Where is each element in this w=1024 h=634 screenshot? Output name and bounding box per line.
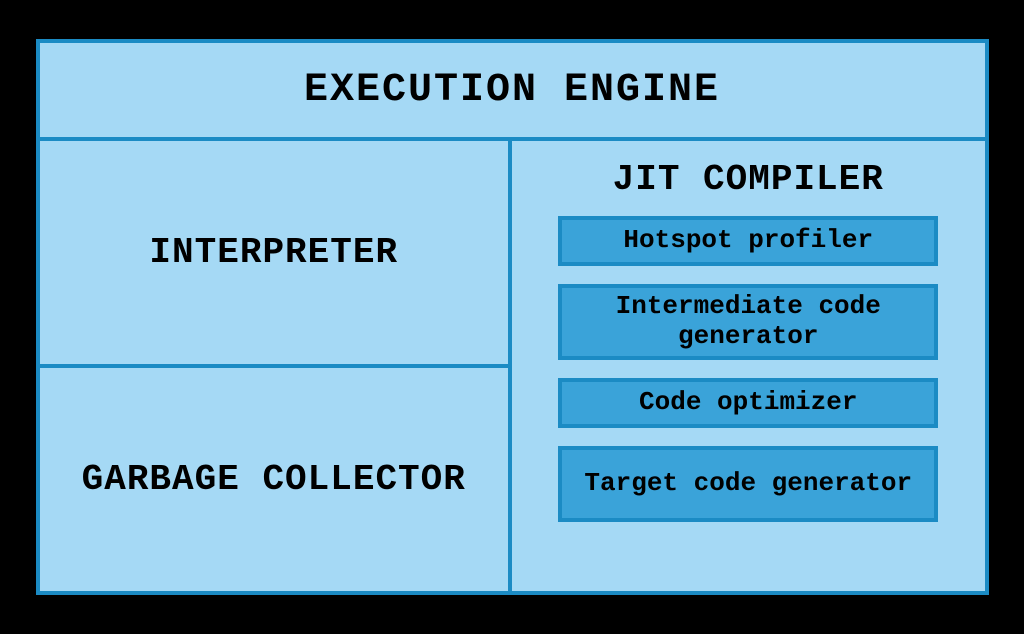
garbage-collector-box: GARBAGE COLLECTOR: [40, 368, 509, 591]
hotspot-profiler-box: Hotspot profiler: [558, 216, 938, 266]
intermediate-code-generator-box: Intermediate code generator: [558, 284, 938, 360]
execution-engine-diagram: EXECUTION ENGINE INTERPRETER GARBAGE COL…: [36, 39, 989, 595]
diagram-body: INTERPRETER GARBAGE COLLECTOR JIT COMPIL…: [40, 141, 985, 591]
target-code-generator-box: Target code generator: [558, 446, 938, 522]
interpreter-box: INTERPRETER: [40, 141, 509, 368]
left-column: INTERPRETER GARBAGE COLLECTOR: [40, 141, 513, 591]
jit-compiler-title: JIT COMPILER: [613, 159, 884, 200]
code-optimizer-box: Code optimizer: [558, 378, 938, 428]
jit-compiler-column: JIT COMPILER Hotspot profiler Intermedia…: [512, 141, 985, 591]
diagram-title: EXECUTION ENGINE: [40, 43, 985, 141]
